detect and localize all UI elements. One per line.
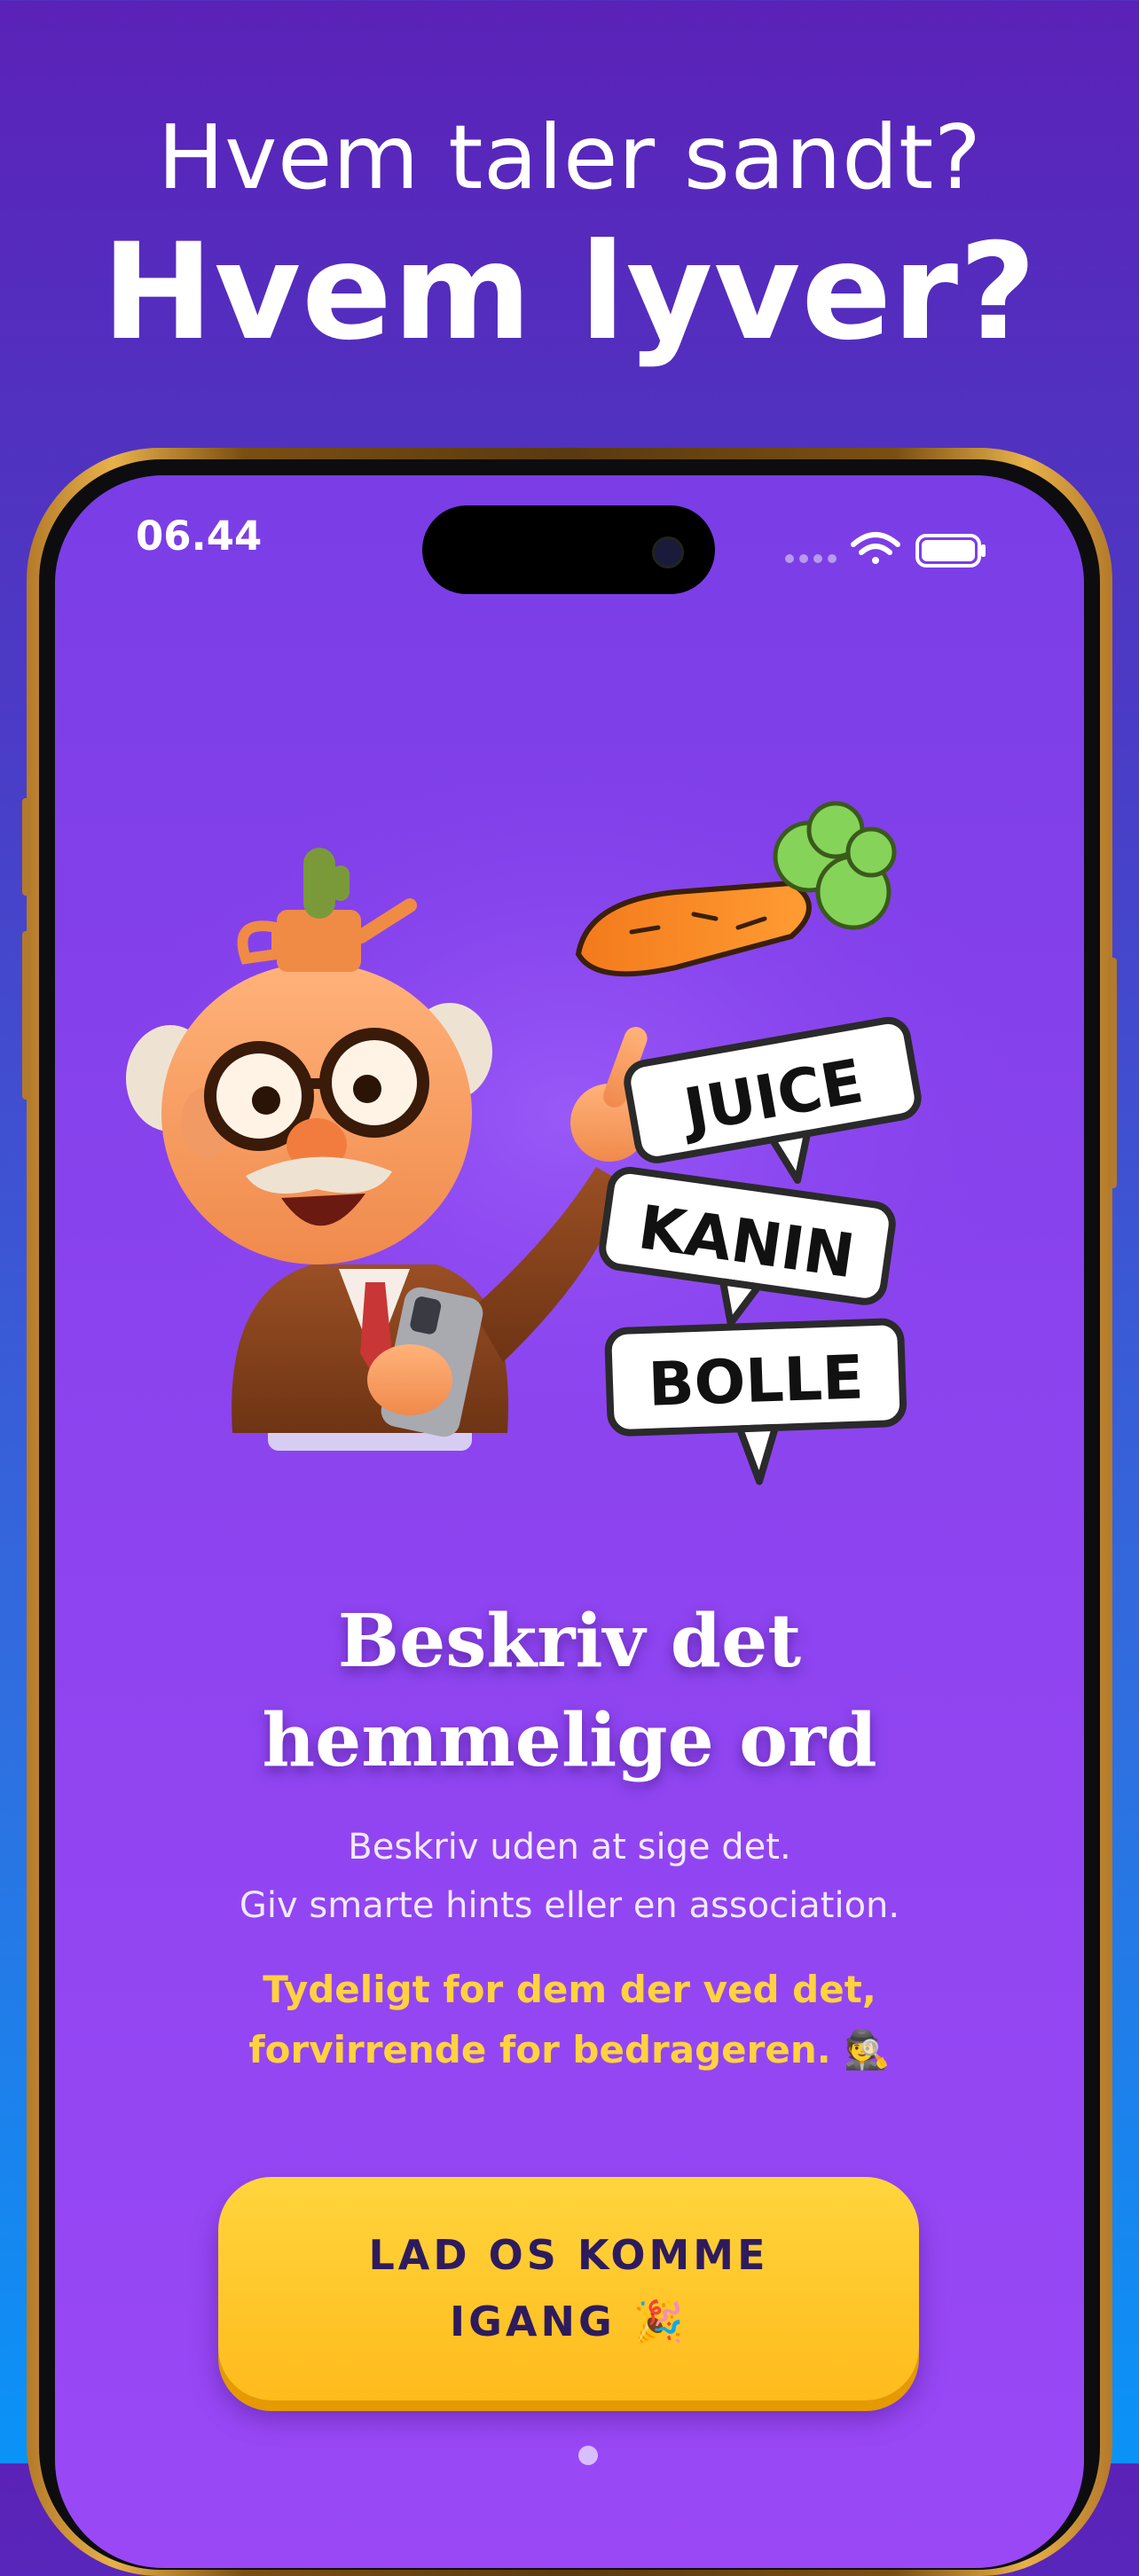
camera-icon bbox=[652, 536, 684, 568]
description-line: Giv smarte hints eller en association. bbox=[239, 1885, 900, 1926]
start-button-label: LAD OS KOMME bbox=[368, 2231, 769, 2279]
headline-line-1: Hvem taler sandt? bbox=[157, 106, 982, 209]
bubble-word-bolle: BOLLE bbox=[647, 1343, 864, 1420]
battery-icon bbox=[915, 534, 986, 568]
screen-title: Beskriv det hemmelige ord bbox=[55, 1592, 1084, 1790]
status-icons bbox=[785, 532, 986, 568]
signal-dots-icon bbox=[785, 554, 837, 563]
highlight-text: Tydeligt for dem der ved det, forvirrend… bbox=[55, 1960, 1084, 2080]
page-indicator-dot bbox=[578, 2446, 598, 2465]
highlight-line: Tydeligt for dem der ved det, bbox=[263, 1968, 876, 2011]
phone-side-button bbox=[22, 931, 31, 1100]
headline-line-2: Hvem lyver? bbox=[101, 215, 1038, 370]
status-time: 06.44 bbox=[136, 513, 263, 560]
speech-bubbles: JUICE KANIN BOLLE bbox=[599, 1016, 922, 1485]
screen-title-line: hemmelige ord bbox=[262, 1698, 877, 1783]
hero-illustration: JUICE KANIN BOLLE bbox=[108, 741, 1031, 1486]
start-button-label: IGANG 🎉 bbox=[449, 2298, 688, 2345]
start-button[interactable]: LAD OS KOMME IGANG 🎉 bbox=[218, 2177, 919, 2400]
screen-title-line: Beskriv det bbox=[337, 1599, 802, 1684]
screen-description: Beskriv uden at sige det. Giv smarte hin… bbox=[55, 1818, 1084, 1935]
phone-side-button bbox=[22, 798, 31, 896]
wifi-icon bbox=[851, 532, 900, 564]
highlight-line: forvirrende for bedrageren. 🕵️ bbox=[248, 2028, 891, 2071]
description-line: Beskriv uden at sige det. bbox=[348, 1827, 791, 1867]
phone-side-button bbox=[1108, 958, 1117, 1188]
